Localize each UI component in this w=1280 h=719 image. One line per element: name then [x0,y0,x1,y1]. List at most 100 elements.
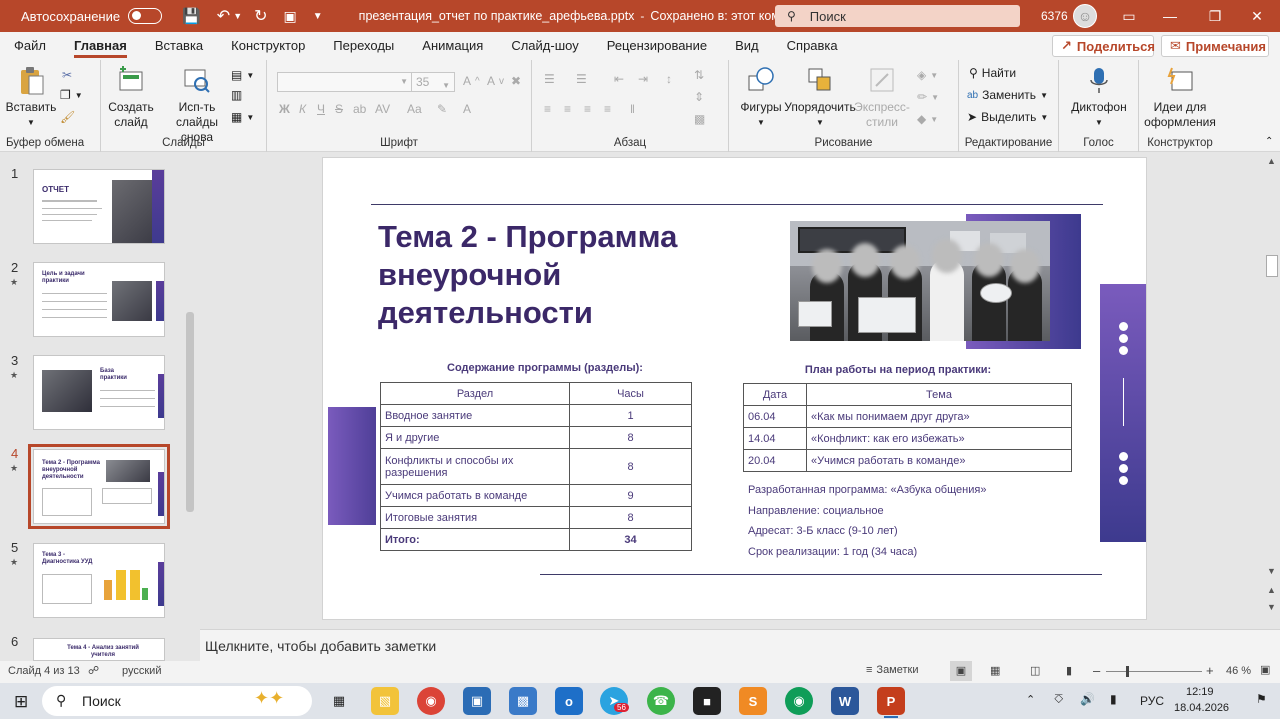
find-button[interactable]: ⚲ Найти [969,66,1016,80]
info-duration[interactable]: Срок реализации: 1 год (34 часа) [748,546,917,558]
plan-table[interactable]: Дата Тема 06.04 «Как мы понимаем друг дру… [743,383,1072,472]
clock-time[interactable]: 12:19 [1186,686,1214,698]
align-right-icon[interactable]: ≡ [584,102,591,116]
section-icon[interactable]: ▦ ▼ [231,110,254,124]
select-button[interactable]: ➤ Выделить ▼ [967,110,1048,124]
program-caption[interactable]: Содержание программы (разделы): [380,362,710,374]
ribbon-display-icon[interactable]: ▭ [1106,0,1152,32]
language-status[interactable]: русский [122,665,161,677]
underline-icon[interactable]: Ч [317,102,325,116]
save-icon[interactable]: 💾 [182,7,201,25]
zoom-slider-thumb[interactable] [1126,666,1129,677]
store-icon[interactable]: ▣ [463,687,491,715]
undo-dropdown-icon[interactable]: ▼ [233,11,242,21]
autosave-toggle[interactable] [128,8,163,24]
bullets-icon[interactable]: ☰ [544,72,555,86]
dictate-button[interactable]: Диктофон ▼ [1069,66,1129,130]
redo-icon[interactable]: ↻ [254,6,267,26]
arrange-button[interactable]: Упорядочить ▼ [784,66,856,130]
slide-thumbnail-1[interactable]: ОТЧЕТ [33,169,165,244]
outlook-icon[interactable]: o [555,687,583,715]
notifications-icon[interactable]: ⚑ [1256,692,1267,706]
notes-toggle-button[interactable]: ≡ Заметки [866,664,919,676]
format-painter-icon[interactable]: 🖌 [60,110,75,124]
info-program[interactable]: Разработанная программа: «Азбука общения… [748,484,986,496]
tab-transitions[interactable]: Переходы [319,32,408,60]
whatsapp-icon[interactable]: ☎ [647,687,675,715]
bold-icon[interactable]: Ж [279,102,290,116]
chrome-icon[interactable]: ◉ [417,687,445,715]
powerpoint-icon[interactable]: P [877,687,905,715]
slide-thumbnail-4[interactable]: Тема 2 - Программа внеурочной деятельнос… [28,444,170,529]
design-ideas-button[interactable]: Идеи для оформления [1143,66,1217,130]
normal-view-icon[interactable]: ▣ [950,661,972,681]
prev-slide-icon[interactable]: ▲ [1267,585,1276,595]
shapes-button[interactable]: Фигуры ▼ [739,66,783,130]
chrome-icon[interactable]: ◉ [785,687,813,715]
smartart-icon[interactable]: ▩ [694,112,705,126]
task-view-icon[interactable]: ▦ [325,687,353,715]
slideshow-view-icon[interactable]: ▮ [1066,664,1072,677]
replace-button[interactable]: ab Заменить ▼ [967,88,1048,102]
tab-view[interactable]: Вид [721,32,773,60]
reset-icon[interactable]: ▥ [231,88,242,102]
volume-icon[interactable]: 🔊 [1080,692,1095,706]
comments-button[interactable]: ✉ Примечания [1161,35,1269,57]
customize-qat-icon[interactable]: ▼ [313,11,323,22]
network-icon[interactable]: ⎏ [1054,692,1063,707]
increase-indent-icon[interactable]: ⇥ [638,72,648,86]
reuse-slides-button[interactable]: Исп-ть слайды снова [167,66,227,145]
word-icon[interactable]: W [831,687,859,715]
italic-icon[interactable]: К [299,102,306,116]
slide-thumbnail-2[interactable]: Цель и задачи практики [33,262,165,337]
slide-thumbnail-6[interactable]: Тема 4 - Анализ занятий учителя [33,638,165,661]
avatar[interactable]: ☺ [1073,4,1097,28]
zoom-out-icon[interactable]: – [1093,663,1100,678]
decrease-indent-icon[interactable]: ⇤ [614,72,624,86]
sublime-icon[interactable]: S [739,687,767,715]
maximize-button[interactable]: ❐ [1192,0,1238,32]
tab-insert[interactable]: Вставка [141,32,217,60]
taskbar-search[interactable]: ⚲ Поиск ✦✦ [42,686,312,716]
font-size-select[interactable]: 35 ▼ [411,72,455,92]
copy-icon[interactable]: ❐ ▼ [60,88,83,102]
new-slide-button[interactable]: Создать слайд [107,66,155,130]
strikethrough-icon[interactable]: S [335,102,343,116]
layout-icon[interactable]: ▤ ▼ [231,68,254,82]
next-slide-icon[interactable]: ▼ [1267,602,1276,612]
quick-styles-button[interactable]: Экспресс-стили [854,66,910,130]
clear-format-icon[interactable]: ✖ [511,74,521,88]
slide[interactable]: Тема 2 - Программа внеурочной деятельнос… [322,157,1147,620]
windows-start-icon[interactable]: ⊞ [14,692,28,712]
font-color-icon[interactable]: A [463,102,471,116]
clock-date[interactable]: 18.04.2026 [1174,702,1229,714]
undo-icon[interactable]: ↶ [217,6,230,26]
highlight-icon[interactable]: ✎ [437,102,447,116]
zoom-in-icon[interactable]: + [1206,663,1214,678]
close-button[interactable]: ✕ [1234,0,1280,32]
thumbnails-scrollbar[interactable] [186,312,194,512]
shape-fill-icon[interactable]: ◈ ▼ [917,68,938,82]
info-audience[interactable]: Адресат: 3-Б класс (9-10 лет) [748,525,898,537]
align-text-icon[interactable]: ⇕ [694,90,704,104]
reading-view-icon[interactable]: ◫ [1030,664,1040,677]
collapse-ribbon-icon[interactable]: ⌃ [1265,136,1273,147]
zoom-slider[interactable] [1106,671,1202,672]
case-icon[interactable]: Aa [407,102,422,116]
text-direction-icon[interactable]: ⇅ [694,68,704,82]
info-direction[interactable]: Направление: социальное [748,505,884,517]
slide-title[interactable]: Тема 2 - Программа внеурочной деятельнос… [378,218,758,332]
keyboard-language[interactable]: РУС [1140,694,1164,708]
font-family-select[interactable]: ▼ [277,72,413,92]
accessibility-icon[interactable]: ☍ [88,664,99,677]
share-button[interactable]: ↗ Поделиться [1052,35,1155,57]
justify-icon[interactable]: ≡ [604,102,611,116]
slide-thumbnail-5[interactable]: Тема 3 - Диагностика УУД [33,543,165,618]
shape-effects-icon[interactable]: ◆ ▼ [917,112,938,126]
decrease-font-icon[interactable]: Av [487,74,504,88]
canvas-scrollbar-thumb[interactable] [1266,255,1278,277]
tray-chevron-icon[interactable]: ⌃ [1026,693,1035,706]
scroll-down-icon[interactable]: ▼ [1267,566,1276,576]
tab-file[interactable]: Файл [0,32,60,60]
columns-icon[interactable]: ‖ [630,102,635,116]
